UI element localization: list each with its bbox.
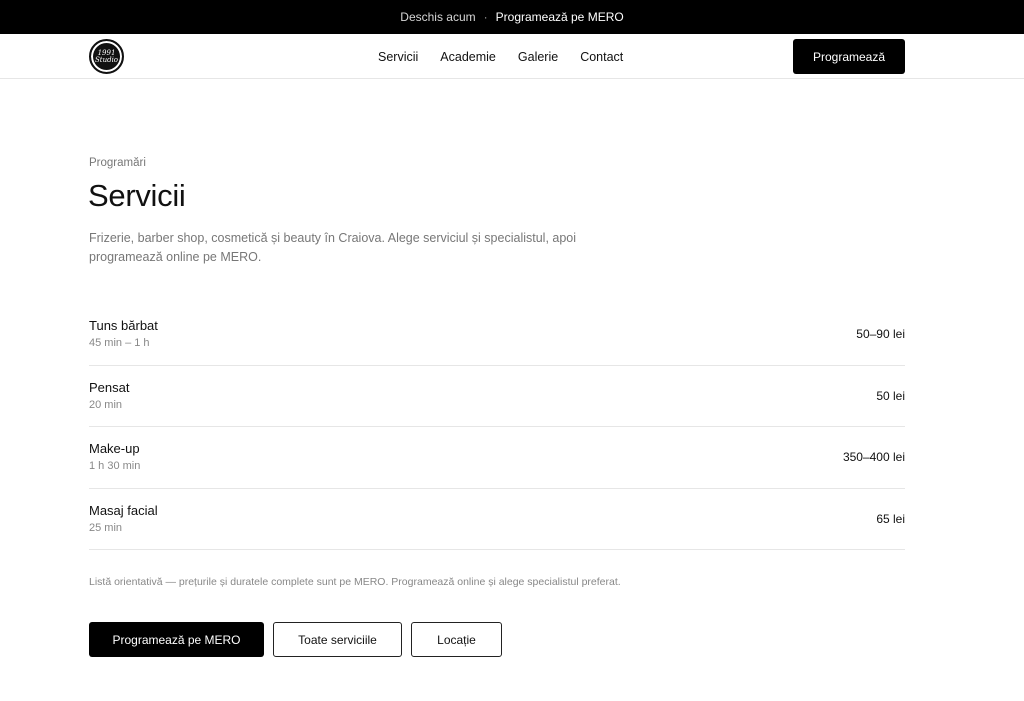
service-row: Tuns bărbat 45 min – 1 h 50–90 lei [89,304,905,366]
service-duration: 1 h 30 min [89,460,141,472]
service-price: 50–90 lei [856,327,905,341]
service-row: Make-up 1 h 30 min 350–400 lei [89,427,905,489]
page-description: Frizerie, barber shop, cosmetică și beau… [89,231,577,264]
all-services-button[interactable]: Toate serviciile [273,622,402,657]
nav-item-galerie[interactable]: Galerie [518,50,558,64]
nav-item-academie[interactable]: Academie [440,50,496,64]
service-duration: 25 min [89,521,123,534]
service-row: Pensat 20 min 50 lei [89,366,905,427]
breadcrumb: Programări [89,157,146,169]
separator: · [483,10,488,24]
service-name: Masaj facial [89,502,158,518]
nav-menu: Servicii Academie Galerie Contact [378,34,623,79]
service-price: 65 lei [876,511,905,526]
pricing-note: Listă orientativă — prețurile și duratel… [89,576,621,588]
service-duration: 20 min [89,398,123,411]
announcement-bar: Deschis acum · Programează pe MERO [0,0,1024,34]
service-name: Tuns bărbat [89,318,158,333]
logo-text: 1991 Studio [94,48,119,64]
nav-item-contact[interactable]: Contact [580,50,623,64]
book-on-mero-link[interactable]: Programează pe MERO [496,10,624,24]
nav-item-servicii[interactable]: Servicii [378,50,418,64]
service-name: Make-up [89,441,140,456]
logo[interactable]: 1991 Studio [89,39,124,74]
service-row: Masaj facial 25 min 65 lei [89,489,905,550]
services-list: Tuns bărbat 45 min – 1 h 50–90 lei Pensa… [89,304,905,550]
location-button[interactable]: Locație [411,622,502,657]
service-duration: 45 min – 1 h [89,337,150,349]
service-price: 50 lei [876,388,905,403]
service-name: Pensat [89,379,130,395]
service-price: 350–400 lei [842,450,905,464]
main-navigation: 1991 Studio Servicii Academie Galerie Co… [0,34,1024,79]
open-status: Deschis acum [400,10,476,24]
page-title: Servicii [88,178,186,213]
book-on-mero-button[interactable]: Programează pe MERO [89,622,264,657]
book-button[interactable]: Programează [793,39,905,74]
